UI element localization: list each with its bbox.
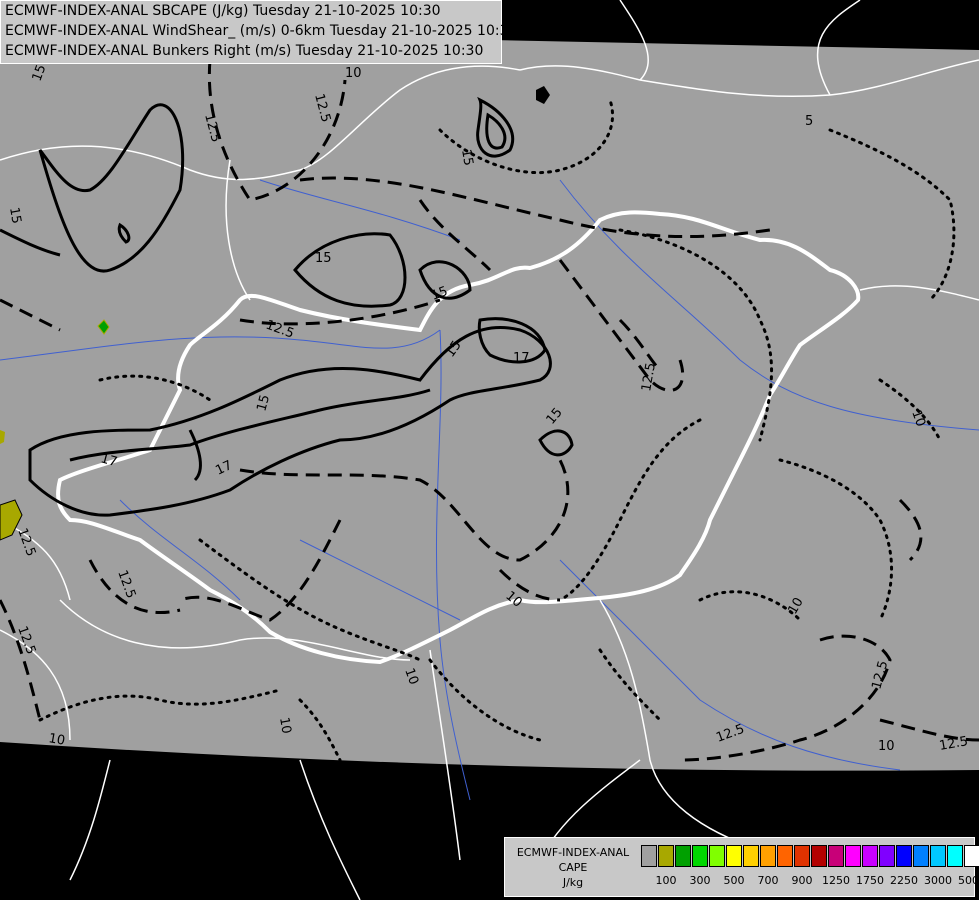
legend-swatch [692,845,708,867]
legend-tick-label: 1750 [856,874,884,887]
legend-swatch [913,845,929,867]
legend-tick-label: 500 [723,874,745,887]
legend-swatch [794,845,810,867]
legend-swatch [641,845,657,867]
legend-swatch [675,845,691,867]
contour-label: 5 [805,114,813,129]
header-line-windshear: ECMWF-INDEX-ANAL WindShear_ (m/s) 0-6km … [5,23,518,39]
legend-tick-label: 3000 [924,874,952,887]
legend-unit: J/kg [562,876,584,889]
legend-swatch [947,845,963,867]
legend-tick-label: 300 [689,874,711,887]
legend-tick-label: 5000 [958,874,979,887]
legend-variable: CAPE [558,861,588,874]
contour-label: 15 [315,251,332,266]
contour-label: 10 [276,716,294,735]
legend-tick-label: 1250 [822,874,850,887]
legend-swatch [760,845,776,867]
header-line-sbcape: ECMWF-INDEX-ANAL SBCAPE (J/kg) Tuesday 2… [5,3,441,19]
legend-tick-label: 700 [757,874,779,887]
legend-color-scale [641,845,979,867]
legend-tick-label: 2250 [890,874,918,887]
legend-swatch [896,845,912,867]
legend-swatch [709,845,725,867]
contour-label: 10 [878,739,895,754]
legend-swatch [845,845,861,867]
cape-legend: ECMWF-INDEX-ANAL CAPE J/kg 100 300 500 700 9… [504,837,979,897]
legend-tick-label: 900 [791,874,813,887]
legend-swatch [964,845,979,867]
legend-swatch [828,845,844,867]
legend-tick-label: 100 [655,874,677,887]
contour-label: 10 [47,731,66,749]
legend-swatch [811,845,827,867]
header-line-bunkers: ECMWF-INDEX-ANAL Bunkers Right (m/s) Tue… [5,43,484,59]
legend-swatch [879,845,895,867]
legend-swatch [726,845,742,867]
weather-map: 15 12.5 12.5 10 15 15 12.5 15 15 17 12.5… [0,0,979,900]
contour-label: 15 [458,148,476,167]
contour-label: 17 [513,351,530,366]
legend-source: ECMWF-INDEX-ANAL [516,846,630,859]
map-header: ECMWF-INDEX-ANAL SBCAPE (J/kg) Tuesday 2… [0,0,518,64]
legend-swatch [658,845,674,867]
legend-swatch [862,845,878,867]
contour-label: 10 [345,66,362,81]
legend-swatch [743,845,759,867]
contour-label: 15 [6,206,24,225]
legend-swatch [777,845,793,867]
legend-swatch [930,845,946,867]
